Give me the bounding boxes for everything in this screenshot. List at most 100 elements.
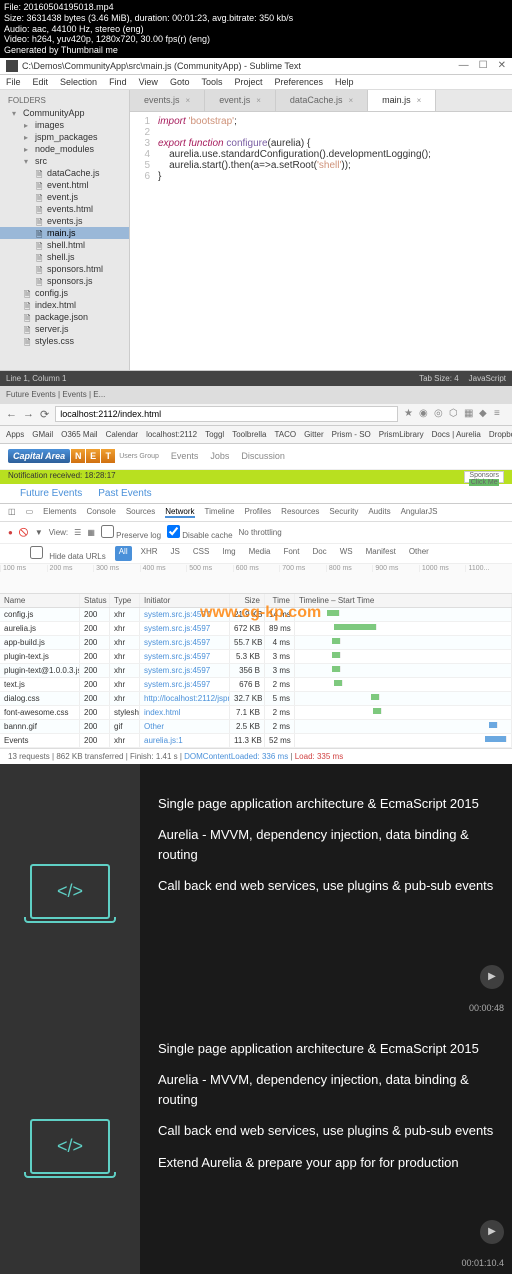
dt-tab[interactable]: Profiles bbox=[244, 507, 271, 518]
bookmark[interactable]: localhost:2112 bbox=[146, 430, 197, 439]
table-row[interactable]: Events200xhraurelia.js:111.3 KB52 ms bbox=[0, 734, 512, 748]
clear-icon[interactable]: 🚫 bbox=[19, 528, 29, 537]
minimize-button[interactable]: — bbox=[459, 60, 469, 71]
menu-help[interactable]: Help bbox=[335, 77, 354, 87]
menu-find[interactable]: Find bbox=[109, 77, 127, 87]
dt-tab[interactable]: Sources bbox=[126, 507, 155, 518]
bookmark[interactable]: Prism - SO bbox=[332, 430, 371, 439]
device-icon[interactable]: ▭ bbox=[26, 507, 34, 518]
tree-file[interactable]: 🗎sponsors.html bbox=[0, 263, 129, 275]
menu-icon[interactable]: ≡ bbox=[494, 408, 506, 420]
ext-icon[interactable]: ⬡ bbox=[449, 408, 461, 420]
table-row[interactable]: plugin-text@1.0.0.3.js200xhrsystem.src.j… bbox=[0, 664, 512, 678]
tree-folder[interactable]: ▾src bbox=[0, 155, 129, 167]
table-row[interactable]: plugin-text.js200xhrsystem.src.js:45975.… bbox=[0, 650, 512, 664]
play-button[interactable]: ▶ bbox=[480, 965, 504, 989]
ext-icon[interactable]: ★ bbox=[404, 408, 416, 420]
tree-file[interactable]: 🗎dataCache.js bbox=[0, 167, 129, 179]
disable-cache-checkbox[interactable]: Disable cache bbox=[167, 525, 232, 540]
table-row[interactable]: font-awesome.css200stylesheetindex.html7… bbox=[0, 706, 512, 720]
reload-button[interactable]: ⟳ bbox=[40, 408, 49, 421]
logo[interactable]: Capital Area NET bbox=[8, 449, 115, 463]
menu-goto[interactable]: Goto bbox=[170, 77, 190, 87]
play-button[interactable]: ▶ bbox=[480, 1220, 504, 1244]
clickme-button[interactable]: Click Me bbox=[469, 479, 499, 486]
bookmark[interactable]: Gitter bbox=[304, 430, 324, 439]
view-icon[interactable]: ▦ bbox=[87, 528, 95, 537]
close-icon[interactable]: × bbox=[348, 96, 353, 105]
nav-tab[interactable]: Events bbox=[171, 451, 199, 461]
tab-active[interactable]: main.js× bbox=[368, 90, 436, 111]
menu-preferences[interactable]: Preferences bbox=[274, 77, 323, 87]
tab[interactable]: event.js× bbox=[205, 90, 276, 111]
type-filter[interactable]: XHR bbox=[137, 546, 162, 561]
tree-file[interactable]: 🗎index.html bbox=[0, 299, 129, 311]
bookmark[interactable]: Calendar bbox=[106, 430, 138, 439]
menu-view[interactable]: View bbox=[139, 77, 158, 87]
menu-selection[interactable]: Selection bbox=[60, 77, 97, 87]
bookmark[interactable]: Docs | Aurelia bbox=[432, 430, 481, 439]
dt-tab[interactable]: AngularJS bbox=[401, 507, 438, 518]
devtools-timeline[interactable]: 100 ms200 ms300 ms400 ms500 ms600 ms700 … bbox=[0, 564, 512, 594]
tree-file[interactable]: 🗎shell.js bbox=[0, 251, 129, 263]
titlebar[interactable]: C:\Demos\CommunityApp\src\main.js (Commu… bbox=[0, 58, 512, 75]
tree-file[interactable]: 🗎events.js bbox=[0, 215, 129, 227]
menu-edit[interactable]: Edit bbox=[33, 77, 49, 87]
filter-icon[interactable]: ▼ bbox=[35, 528, 43, 537]
ext-icon[interactable]: ◉ bbox=[419, 408, 431, 420]
table-row[interactable]: text.js200xhrsystem.src.js:4597676 B2 ms bbox=[0, 678, 512, 692]
nav-tab[interactable]: Jobs bbox=[210, 451, 229, 461]
folder-sidebar[interactable]: FOLDERS ▾CommunityApp ▸images ▸jspm_pack… bbox=[0, 90, 130, 370]
tree-folder[interactable]: ▸images bbox=[0, 119, 129, 131]
forward-button[interactable]: → bbox=[23, 408, 34, 420]
throttle-select[interactable]: No throttling bbox=[239, 528, 282, 537]
tree-file[interactable]: 🗎styles.css bbox=[0, 335, 129, 347]
ext-icon[interactable]: ▦ bbox=[464, 408, 476, 420]
page-tab[interactable]: Past Events bbox=[98, 488, 151, 499]
tree-file[interactable]: 🗎sponsors.js bbox=[0, 275, 129, 287]
preserve-log-checkbox[interactable]: Preserve log bbox=[101, 525, 161, 540]
ext-icon[interactable]: ◆ bbox=[479, 408, 491, 420]
type-filter[interactable]: Doc bbox=[308, 546, 330, 561]
view-icon[interactable]: ☰ bbox=[74, 528, 81, 537]
browser-tabs[interactable]: Future Events | Events | E... bbox=[0, 386, 512, 404]
close-icon[interactable]: × bbox=[417, 96, 422, 105]
sponsors-box[interactable]: Sponsors Click Me bbox=[464, 471, 504, 483]
hide-urls-checkbox[interactable]: Hide data URLs bbox=[30, 546, 110, 561]
tree-file[interactable]: 🗎event.html bbox=[0, 179, 129, 191]
tab[interactable]: events.js× bbox=[130, 90, 205, 111]
ext-icon[interactable]: ◎ bbox=[434, 408, 446, 420]
close-button[interactable]: ✕ bbox=[498, 60, 506, 71]
table-row[interactable]: aurelia.js200xhrsystem.src.js:4597672 KB… bbox=[0, 622, 512, 636]
close-icon[interactable]: × bbox=[256, 96, 261, 105]
page-tab[interactable]: Future Events bbox=[20, 488, 82, 499]
dt-tab[interactable]: Security bbox=[329, 507, 358, 518]
tree-file[interactable]: 🗎shell.html bbox=[0, 239, 129, 251]
type-filter[interactable]: Other bbox=[405, 546, 433, 561]
tree-file[interactable]: 🗎package.json bbox=[0, 311, 129, 323]
tree-file[interactable]: 🗎event.js bbox=[0, 191, 129, 203]
record-icon[interactable]: ● bbox=[8, 528, 13, 537]
tree-root[interactable]: ▾CommunityApp bbox=[0, 107, 129, 119]
type-filter[interactable]: Media bbox=[245, 546, 275, 561]
bookmark[interactable]: Toolbrella bbox=[232, 430, 266, 439]
menu-project[interactable]: Project bbox=[234, 77, 262, 87]
table-row[interactable]: bannn.gif200gifOther2.5 KB2 ms bbox=[0, 720, 512, 734]
menu-file[interactable]: File bbox=[6, 77, 21, 87]
bookmark[interactable]: O365 Mail bbox=[61, 430, 97, 439]
tree-folder[interactable]: ▸jspm_packages bbox=[0, 131, 129, 143]
table-row[interactable]: dialog.css200xhrhttp://localhost:2112/js… bbox=[0, 692, 512, 706]
bookmark[interactable]: Dropbox bbox=[489, 430, 512, 439]
type-filter[interactable]: Img bbox=[218, 546, 239, 561]
bookmark[interactable]: Apps bbox=[6, 430, 24, 439]
tab-size[interactable]: Tab Size: 4 bbox=[419, 374, 459, 383]
table-row[interactable]: app-build.js200xhrsystem.src.js:459755.7… bbox=[0, 636, 512, 650]
dt-tab[interactable]: Audits bbox=[368, 507, 390, 518]
dt-tab[interactable]: Timeline bbox=[205, 507, 235, 518]
dt-tab[interactable]: Elements bbox=[43, 507, 76, 518]
back-button[interactable]: ← bbox=[6, 408, 17, 420]
type-all[interactable]: All bbox=[115, 546, 132, 561]
table-row[interactable]: config.js200xhrsystem.src.js:459721.9 KB… bbox=[0, 608, 512, 622]
dt-tab[interactable]: Resources bbox=[281, 507, 319, 518]
nav-tab[interactable]: Discussion bbox=[241, 451, 285, 461]
